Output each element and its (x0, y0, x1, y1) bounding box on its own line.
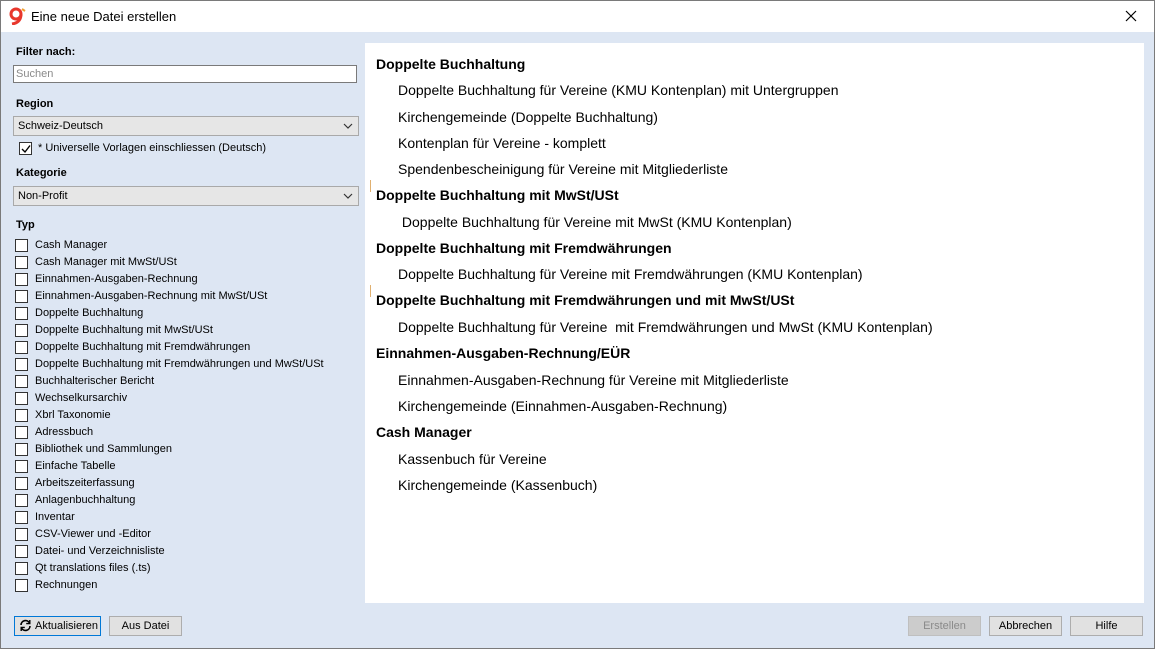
refresh-button[interactable]: Aktualisieren (14, 616, 101, 636)
template-item[interactable]: Kirchengemeinde (Kassenbuch) (398, 477, 597, 493)
close-button[interactable] (1108, 1, 1154, 32)
create-button[interactable]: Erstellen (908, 616, 981, 636)
refresh-button-label: Aktualisieren (35, 620, 98, 632)
region-label: Region (16, 98, 54, 110)
typ-item-label: Qt translations files (.ts) (35, 562, 151, 574)
typ-item-label: Anlagenbuchhaltung (35, 494, 136, 506)
typ-item-label: Wechselkursarchiv (35, 392, 128, 404)
checkbox[interactable] (15, 528, 28, 541)
typ-item-label: Bibliothek und Sammlungen (35, 443, 172, 455)
template-item[interactable]: Spendenbescheinigung für Vereine mit Mit… (398, 161, 728, 177)
template-item[interactable]: Doppelte Buchhaltung für Vereine mit Fre… (398, 319, 933, 335)
template-group-header: Doppelte Buchhaltung mit Fremdwährungen (376, 240, 672, 256)
kategorie-selected-value: Non-Profit (18, 190, 68, 202)
typ-item-label: Doppelte Buchhaltung (35, 307, 144, 319)
checkbox[interactable] (15, 324, 28, 337)
section-marker (370, 285, 371, 297)
typ-item-label: Arbeitszeiterfassung (35, 477, 135, 489)
chevron-down-icon (343, 123, 353, 129)
typ-item-label: Einfache Tabelle (35, 460, 116, 472)
template-group-header: Cash Manager (376, 424, 472, 440)
checkbox[interactable] (15, 307, 28, 320)
typ-item-label: Buchhalterischer Bericht (35, 375, 155, 387)
refresh-icon (20, 619, 31, 632)
search-field[interactable] (13, 65, 357, 83)
checkbox[interactable] (15, 477, 28, 490)
cancel-button[interactable]: Abbrechen (989, 616, 1062, 636)
template-item[interactable]: Kassenbuch für Vereine (398, 451, 547, 467)
typ-item-label: Doppelte Buchhaltung mit Fremdwährungen … (35, 358, 324, 370)
window-title: Eine neue Datei erstellen (31, 9, 177, 24)
new-file-dialog: Eine neue Datei erstellen Filter nach: R… (0, 0, 1155, 649)
section-marker (370, 180, 371, 192)
checkbox[interactable] (15, 341, 28, 354)
from-file-button[interactable]: Aus Datei (109, 616, 182, 636)
typ-item-label: Cash Manager mit MwSt/USt (35, 256, 177, 268)
template-item[interactable]: Kirchengemeinde (Doppelte Buchhaltung) (398, 109, 658, 125)
typ-item-label: Doppelte Buchhaltung mit Fremdwährungen (35, 341, 251, 353)
template-list: Doppelte Buchhaltung Doppelte Buchhaltun… (365, 43, 1144, 603)
search-input[interactable] (14, 66, 352, 82)
checkbox[interactable] (15, 358, 28, 371)
checkbox[interactable] (15, 545, 28, 558)
template-group-header: Doppelte Buchhaltung mit Fremdwährungen … (376, 292, 795, 308)
template-item[interactable]: Kontenplan für Vereine - komplett (398, 135, 606, 151)
region-selected-value: Schweiz-Deutsch (18, 120, 103, 132)
checkbox[interactable] (15, 579, 28, 592)
checkbox[interactable] (15, 443, 28, 456)
chevron-down-icon (343, 193, 353, 199)
checkbox[interactable] (15, 239, 28, 252)
checkbox[interactable] (15, 375, 28, 388)
kategorie-select[interactable]: Non-Profit (13, 186, 359, 206)
typ-item-label: Xbrl Taxonomie (35, 409, 111, 421)
template-item[interactable]: Doppelte Buchhaltung für Vereine (KMU Ko… (398, 82, 838, 98)
typ-item-label: Doppelte Buchhaltung mit MwSt/USt (35, 324, 213, 336)
checkbox[interactable] (15, 426, 28, 439)
typ-item-label: Einnahmen-Ausgaben-Rechnung (35, 273, 198, 285)
template-item[interactable]: Doppelte Buchhaltung für Vereine mit MwS… (398, 214, 792, 230)
checkbox[interactable] (15, 256, 28, 269)
filter-label: Filter nach: (16, 46, 76, 58)
typ-item-label: Datei- und Verzeichnisliste (35, 545, 165, 557)
close-icon (1125, 10, 1137, 22)
universal-templates-checkbox[interactable] (19, 142, 32, 155)
checkbox[interactable] (15, 290, 28, 303)
region-select[interactable]: Schweiz-Deutsch (13, 116, 359, 136)
checkbox[interactable] (15, 494, 28, 507)
typ-item-label: Rechnungen (35, 579, 98, 591)
universal-templates-label: * Universelle Vorlagen einschliessen (De… (38, 142, 267, 154)
typ-item-label: Cash Manager (35, 239, 108, 251)
title-bar: Eine neue Datei erstellen (1, 1, 1154, 32)
template-item[interactable]: Kirchengemeinde (Einnahmen-Ausgaben-Rech… (398, 398, 727, 414)
typ-item-label: CSV-Viewer und -Editor (35, 528, 151, 540)
typ-item-label: Inventar (35, 511, 75, 523)
help-button[interactable]: Hilfe (1070, 616, 1143, 636)
checkbox[interactable] (15, 511, 28, 524)
template-item[interactable]: Einnahmen-Ausgaben-Rechnung für Vereine … (398, 372, 789, 388)
template-group-header: Doppelte Buchhaltung (376, 56, 526, 72)
typ-label: Typ (16, 219, 35, 231)
banana-app-icon (9, 7, 26, 26)
kategorie-label: Kategorie (16, 167, 67, 179)
typ-item-label: Adressbuch (35, 426, 94, 438)
checkbox[interactable] (15, 562, 28, 575)
checkbox[interactable] (15, 392, 28, 405)
checkbox[interactable] (15, 409, 28, 422)
checkbox[interactable] (15, 460, 28, 473)
checkbox[interactable] (15, 273, 28, 286)
template-group-header: Doppelte Buchhaltung mit MwSt/USt (376, 187, 619, 203)
template-group-header: Einnahmen-Ausgaben-Rechnung/EÜR (376, 345, 631, 361)
checkmark-icon (21, 145, 31, 154)
typ-item-label: Einnahmen-Ausgaben-Rechnung mit MwSt/USt (35, 290, 268, 302)
template-item[interactable]: Doppelte Buchhaltung für Vereine mit Fre… (398, 266, 863, 282)
